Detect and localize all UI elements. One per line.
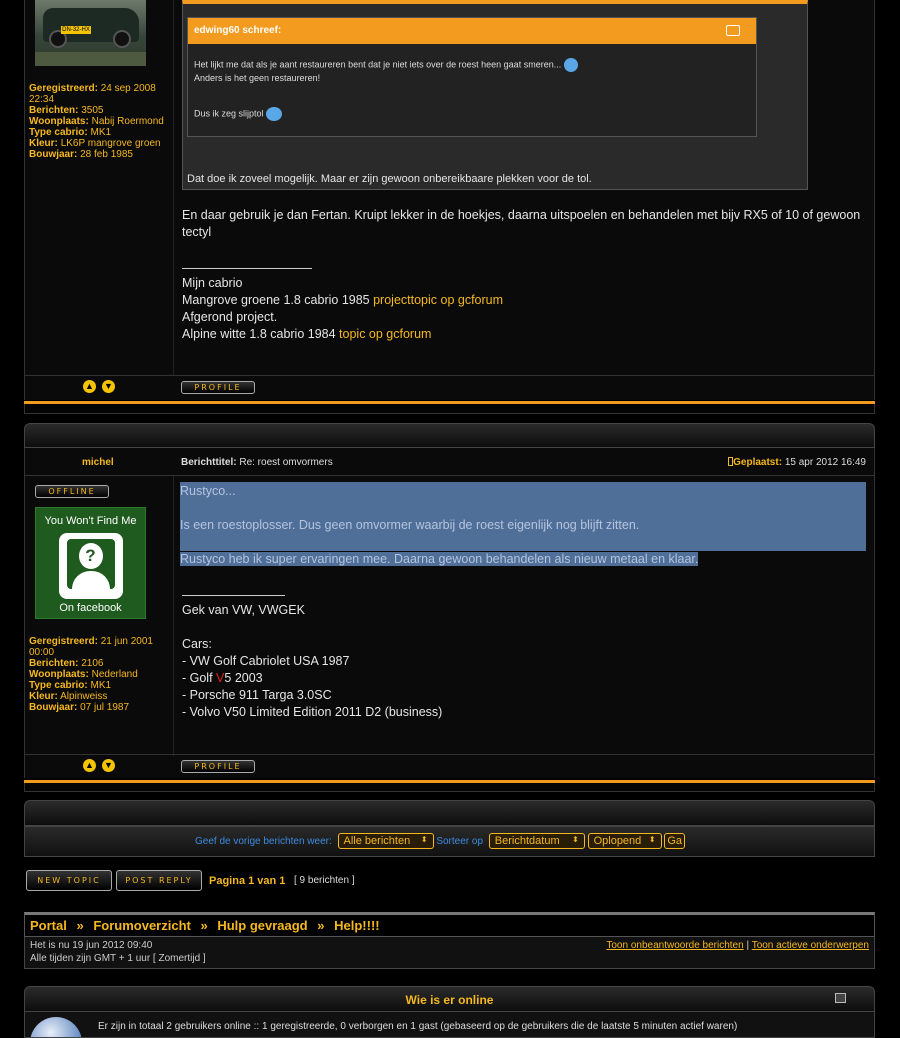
breadcrumb-help[interactable]: Help!!!! [334,918,380,933]
user-profile-fields: Geregistreerd: 21 jun 2001 00:00 Bericht… [29,636,153,713]
post-1-body: En daar gebruik je dan Fertan. Kruipt le… [182,208,861,239]
post-1-signature: Mijn cabrio Mangrove groene 1.8 cabrio 1… [182,268,862,343]
quote-author: edwing60 schreef: [194,25,282,36]
posted-label: Geplaatst: [733,457,783,468]
breadcrumb: Portal » Forumoverzicht » Hulp gevraagd … [24,912,875,937]
online-header: Wie is er online [24,986,875,1012]
post-date: 15 apr 2012 16:49 [784,457,866,468]
user-profile-fields: Geregistreerd: 24 sep 2008 22:34 Bericht… [29,83,164,160]
sort-bar: Geef de vorige berichten weer: Alle beri… [24,826,875,857]
quote-line-2: Anders is het geen restaureren! [194,73,321,83]
inner-quote: edwing60 schreef: Het lijkt me dat als j… [187,17,757,137]
collapse-icon[interactable] [835,993,846,1003]
user-avatar: You Won't Find Me ? On facebook [35,507,146,619]
online-globe-icon [30,1017,82,1037]
post-reply-button[interactable]: POST REPLY [116,870,202,891]
shocked-smiley-icon [266,107,283,121]
online-text: Er zijn in totaal 2 gebruikers online ::… [98,1021,738,1032]
post-separator [24,423,875,448]
action-bar: NEW TOPIC POST REPLY Pagina 1 van 1 [ 9 … [26,870,875,892]
breadcrumb-forumoverzicht[interactable]: Forumoverzicht [93,918,191,933]
days-select[interactable]: Alle berichten ⬍ [337,833,434,849]
current-time: Het is nu 19 jun 2012 09:40 [30,940,153,951]
signature-link-projecttopic[interactable]: projecttopic op gcforum [373,293,503,307]
up-arrow-icon[interactable]: ▲ [83,759,96,772]
new-topic-button[interactable]: NEW TOPIC [26,870,112,891]
license-plate: DN-32-HX [61,26,91,34]
timezone-info: Alle tijden zijn GMT + 1 uur [ Zomertijd… [30,953,206,964]
quote-line-1: Het lijkt me dat als je aant restaureren… [194,59,562,70]
offline-status-badge: OFFLINE [35,485,109,498]
sort-bar-header [24,800,875,826]
post-2: michel Berichttitel: Re: roest omvormers… [24,448,875,778]
post-subject: Re: roest omvormers [239,457,333,468]
profile-button[interactable]: PROFILE [181,381,255,394]
unanswered-posts-link[interactable]: Toon onbeantwoorde berichten [606,940,743,951]
post-1-footer: ▲ ▼ PROFILE [25,375,874,399]
quote-header: edwing60 schreef: [188,18,756,44]
outer-quote-text: Dat doe ik zoveel mogelijk. Maar er zijn… [187,173,592,185]
post-1-content: edwing60 schreef: Het lijkt me dat als j… [175,0,874,375]
down-arrow-icon[interactable]: ▼ [102,380,115,393]
post-1: DN-32-HX Geregistreerd: 24 sep 2008 22:3… [24,0,875,400]
go-button[interactable]: Ga [664,833,686,849]
post-author[interactable]: michel [82,457,114,468]
page-indicator: Pagina 1 van 1 [209,875,286,887]
user-avatar-car: DN-32-HX [35,0,146,66]
post-2-signature: Gek van VW, VWGEK Cars: - VW Golf Cabrio… [182,595,862,721]
signature-link-topic[interactable]: topic op gcforum [339,327,431,341]
sort-by-label: Sorteer op [436,836,484,847]
confused-smiley-icon [563,58,578,72]
unknown-person-icon: ? [58,533,123,599]
post-2-content: Rustyco... Is een roestoplosser. Dus gee… [175,476,874,756]
post-count: [ 9 berichten ] [294,875,355,886]
active-topics-link[interactable]: Toon actieve onderwerpen [752,940,869,951]
online-title: Wie is er online [405,993,494,1007]
up-arrow-icon[interactable]: ▲ [83,380,96,393]
sort-direction-select[interactable]: Oplopend ⬍ [587,833,662,849]
post-2-header: michel Berichttitel: Re: roest omvormers… [25,448,874,476]
down-arrow-icon[interactable]: ▼ [102,759,115,772]
online-body: Er zijn in totaal 2 gebruikers online ::… [24,1012,875,1038]
post-2-userinfo: OFFLINE You Won't Find Me ? On facebook … [25,476,174,756]
sort-key-select[interactable]: Berichtdatum ⬍ [488,833,585,849]
quote-line-3: Dus ik zeg slijptol [194,108,264,119]
time-info: Het is nu 19 jun 2012 09:40 Alle tijden … [24,937,875,969]
post-2-body-selected: Rustyco... Is een roestoplosser. Dus gee… [180,482,866,568]
breadcrumb-hulp-gevraagd[interactable]: Hulp gevraagd [217,918,307,933]
breadcrumb-portal[interactable]: Portal [30,918,67,933]
sort-label: Geef de vorige berichten weer: [195,836,332,847]
profile-button[interactable]: PROFILE [181,760,255,773]
outer-quote: edwing60 schreef: Het lijkt me dat als j… [182,0,808,190]
subject-label: Berichttitel: [181,457,237,468]
post-2-footer: ▲ ▼ PROFILE [25,754,874,778]
quote-icon[interactable] [726,25,740,36]
post-1-userinfo: DN-32-HX Geregistreerd: 24 sep 2008 22:3… [25,0,174,375]
